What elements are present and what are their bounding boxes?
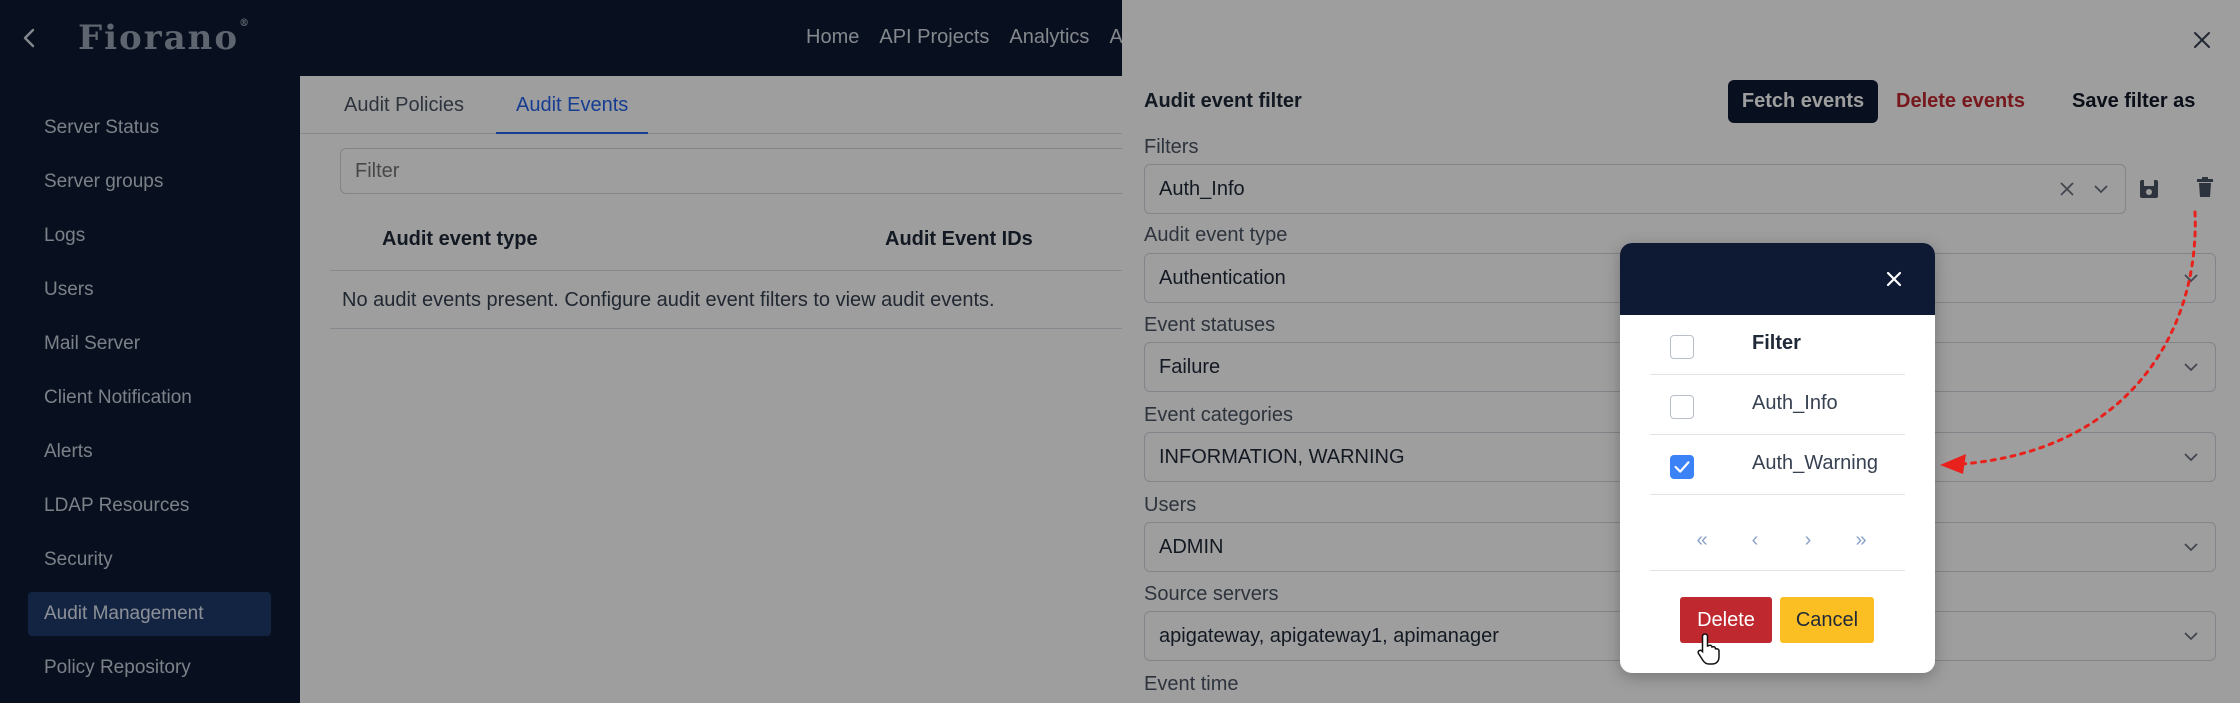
pagination: « ‹ › » bbox=[1650, 511, 1905, 571]
delete-button[interactable]: Delete bbox=[1680, 597, 1772, 643]
last-page-button[interactable]: » bbox=[1846, 529, 1876, 552]
delete-filter-modal: Filter Auth_Info Auth_Warning « ‹ › » De… bbox=[1620, 243, 1935, 673]
list-item[interactable]: Auth_Info bbox=[1650, 375, 1905, 435]
hand-cursor-icon bbox=[1697, 633, 1720, 665]
list-item[interactable]: Auth_Warning bbox=[1650, 435, 1905, 495]
filter-name: Auth_Info bbox=[1752, 392, 1838, 414]
first-page-button[interactable]: « bbox=[1687, 529, 1717, 552]
row-checkbox[interactable] bbox=[1670, 395, 1694, 419]
close-icon[interactable] bbox=[1882, 267, 1906, 291]
next-page-button[interactable]: › bbox=[1793, 529, 1823, 552]
row-checkbox-checked[interactable] bbox=[1670, 455, 1694, 479]
check-icon bbox=[1674, 461, 1690, 473]
select-all-checkbox[interactable] bbox=[1670, 335, 1694, 359]
modal-header bbox=[1620, 243, 1935, 315]
filter-column-header: Filter bbox=[1752, 332, 1801, 354]
prev-page-button[interactable]: ‹ bbox=[1740, 529, 1770, 552]
filter-name: Auth_Warning bbox=[1752, 452, 1878, 474]
cancel-button[interactable]: Cancel bbox=[1780, 597, 1874, 643]
filter-list-header: Filter bbox=[1650, 315, 1905, 375]
